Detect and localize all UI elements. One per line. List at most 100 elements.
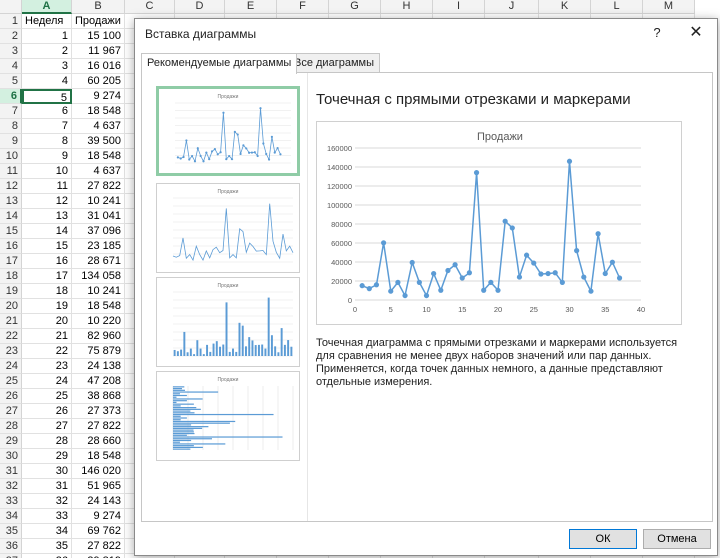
select-all-corner[interactable] — [0, 0, 22, 14]
sales-cell[interactable]: 47 208 — [72, 374, 125, 389]
row-header[interactable]: 23 — [0, 344, 22, 359]
week-cell[interactable]: 26 — [22, 404, 72, 419]
sales-cell[interactable]: 18 548 — [72, 449, 125, 464]
week-cell[interactable]: 25 — [22, 389, 72, 404]
row-header[interactable]: 5 — [0, 74, 22, 89]
sales-cell[interactable]: 16 016 — [72, 59, 125, 74]
thumbnail-line[interactable]: Продажи — [156, 183, 300, 273]
column-header-f[interactable]: F — [277, 0, 329, 14]
week-cell[interactable]: 3 — [22, 59, 72, 74]
week-cell[interactable]: 10 — [22, 164, 72, 179]
sales-cell[interactable]: 38 868 — [72, 389, 125, 404]
row-header[interactable]: 36 — [0, 539, 22, 554]
sales-cell[interactable]: 75 879 — [72, 344, 125, 359]
sales-cell[interactable]: 18 548 — [72, 149, 125, 164]
sales-cell[interactable]: 10 220 — [72, 314, 125, 329]
column-header-k[interactable]: K — [539, 0, 591, 14]
sales-cell[interactable]: 28 671 — [72, 254, 125, 269]
sales-cell[interactable]: 4 637 — [72, 164, 125, 179]
column-header-i[interactable]: I — [433, 0, 485, 14]
row-header[interactable]: 29 — [0, 434, 22, 449]
week-cell[interactable]: 1 — [22, 29, 72, 44]
sales-cell[interactable]: 134 058 — [72, 269, 125, 284]
row-header[interactable]: 37 — [0, 554, 22, 558]
week-cell[interactable]: 35 — [22, 539, 72, 554]
sales-cell[interactable]: 27 822 — [72, 419, 125, 434]
row-header[interactable]: 24 — [0, 359, 22, 374]
column-header-m[interactable]: M — [643, 0, 695, 14]
thumbnail-bar[interactable]: Продажи — [156, 371, 300, 461]
row-header[interactable]: 21 — [0, 314, 22, 329]
sales-cell[interactable]: 37 096 — [72, 224, 125, 239]
week-cell[interactable]: 32 — [22, 494, 72, 509]
row-header[interactable]: 31 — [0, 464, 22, 479]
week-cell[interactable]: 21 — [22, 329, 72, 344]
sales-cell[interactable]: 15 100 — [72, 29, 125, 44]
row-header[interactable]: 10 — [0, 149, 22, 164]
week-cell[interactable]: 22 — [22, 344, 72, 359]
week-cell[interactable]: 9 — [22, 149, 72, 164]
row-header[interactable]: 17 — [0, 254, 22, 269]
week-cell[interactable]: 15 — [22, 239, 72, 254]
row-header[interactable]: 30 — [0, 449, 22, 464]
row-header[interactable]: 27 — [0, 404, 22, 419]
sales-cell[interactable]: 24 143 — [72, 494, 125, 509]
header-cell-sales[interactable]: Продажи — [72, 14, 125, 29]
row-header[interactable]: 26 — [0, 389, 22, 404]
row-header[interactable]: 35 — [0, 524, 22, 539]
sales-cell[interactable]: 51 965 — [72, 479, 125, 494]
row-header[interactable]: 14 — [0, 209, 22, 224]
column-header-d[interactable]: D — [175, 0, 225, 14]
row-header[interactable]: 33 — [0, 494, 22, 509]
cancel-button[interactable]: Отмена — [643, 529, 711, 549]
sales-cell[interactable]: 31 041 — [72, 209, 125, 224]
row-header[interactable]: 32 — [0, 479, 22, 494]
sales-cell[interactable]: 11 967 — [72, 44, 125, 59]
sales-cell[interactable]: 27 822 — [72, 539, 125, 554]
row-header[interactable]: 7 — [0, 104, 22, 119]
row-header[interactable]: 11 — [0, 164, 22, 179]
row-header[interactable]: 16 — [0, 239, 22, 254]
row-header[interactable]: 6 — [0, 89, 22, 104]
help-button[interactable]: ? — [647, 23, 667, 43]
sales-cell[interactable]: 39 500 — [72, 134, 125, 149]
row-header[interactable]: 9 — [0, 134, 22, 149]
header-cell-week[interactable]: Неделя — [22, 14, 72, 29]
row-header[interactable]: 4 — [0, 59, 22, 74]
tab-recommended-charts[interactable]: Рекомендуемые диаграммы — [141, 53, 298, 74]
sales-cell[interactable]: 18 548 — [72, 104, 125, 119]
thumbnail-scatter-lines-markers[interactable]: Продажи — [156, 86, 300, 176]
week-cell[interactable]: 19 — [22, 299, 72, 314]
thumbnail-column[interactable]: Продажи — [156, 277, 300, 367]
week-cell[interactable]: 36 — [22, 554, 72, 558]
week-cell[interactable]: 5 — [22, 89, 72, 104]
week-cell[interactable]: 28 — [22, 434, 72, 449]
sales-cell[interactable]: 4 637 — [72, 119, 125, 134]
sales-cell[interactable]: 10 241 — [72, 284, 125, 299]
week-cell[interactable]: 12 — [22, 194, 72, 209]
column-header-c[interactable]: C — [125, 0, 175, 14]
column-header-e[interactable]: E — [225, 0, 277, 14]
week-cell[interactable]: 23 — [22, 359, 72, 374]
sales-cell[interactable]: 23 185 — [72, 239, 125, 254]
sales-cell[interactable]: 9 274 — [72, 89, 125, 104]
row-header[interactable]: 19 — [0, 284, 22, 299]
ok-button[interactable]: ОК — [569, 529, 637, 549]
row-header[interactable]: 15 — [0, 224, 22, 239]
week-cell[interactable]: 17 — [22, 269, 72, 284]
row-header[interactable]: 2 — [0, 29, 22, 44]
week-cell[interactable]: 13 — [22, 209, 72, 224]
close-icon[interactable]: ✕ — [685, 23, 707, 43]
column-header-j[interactable]: J — [485, 0, 539, 14]
week-cell[interactable]: 24 — [22, 374, 72, 389]
row-header[interactable]: 22 — [0, 329, 22, 344]
week-cell[interactable]: 16 — [22, 254, 72, 269]
week-cell[interactable]: 11 — [22, 179, 72, 194]
row-header[interactable]: 25 — [0, 374, 22, 389]
sales-cell[interactable]: 28 660 — [72, 434, 125, 449]
week-cell[interactable]: 14 — [22, 224, 72, 239]
week-cell[interactable]: 29 — [22, 449, 72, 464]
sales-cell[interactable]: 9 274 — [72, 509, 125, 524]
column-header-h[interactable]: H — [381, 0, 433, 14]
week-cell[interactable]: 2 — [22, 44, 72, 59]
